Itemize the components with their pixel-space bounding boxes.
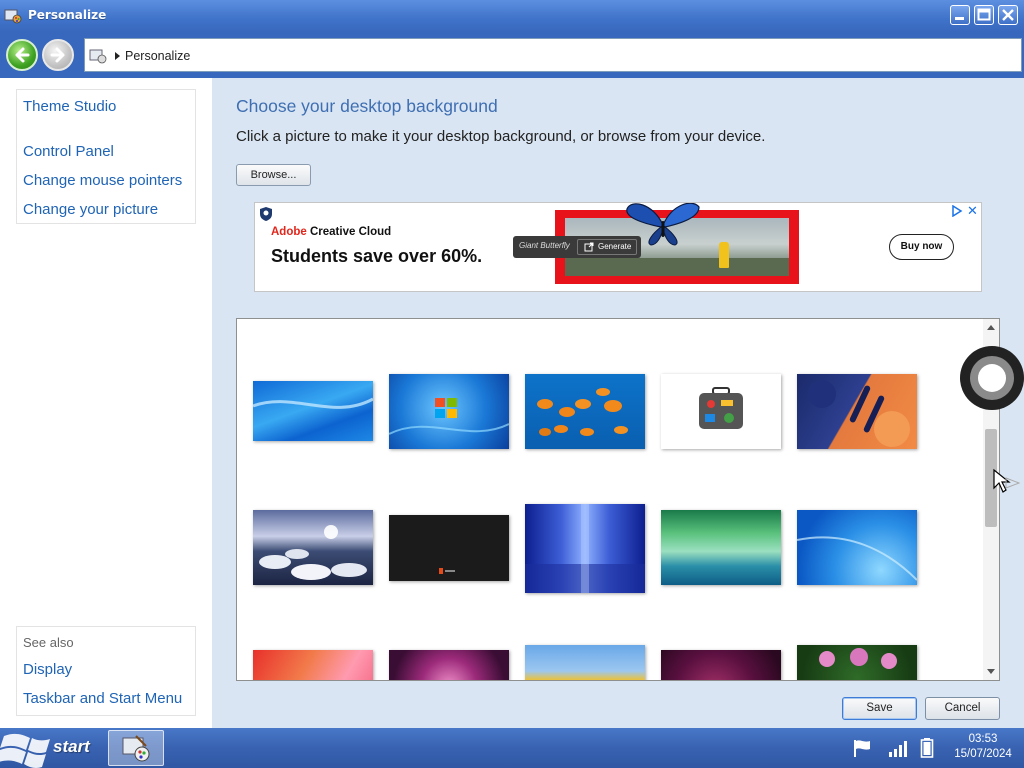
ad-chip-label: Giant Butterfly (519, 241, 570, 250)
maximize-button[interactable] (974, 5, 994, 25)
wallpaper-dark-red-rose[interactable] (661, 650, 781, 680)
signal-icon[interactable] (888, 738, 910, 758)
browse-button[interactable]: Browse... (236, 164, 311, 186)
arrow-left-icon (15, 47, 30, 63)
personalize-icon (4, 9, 22, 24)
ad-headline: Students save over 60%. (271, 246, 483, 266)
clock-date: 15/07/2024 (954, 748, 1012, 760)
flag-icon[interactable] (852, 738, 874, 758)
sidebar-item-theme-studio[interactable]: Theme Studio (23, 98, 116, 115)
suitcase-icon (699, 387, 743, 429)
wallpaper-dark-logo[interactable] (389, 515, 509, 581)
ad-generate-label: Generate (598, 242, 632, 251)
close-icon (1002, 9, 1014, 21)
cancel-button[interactable]: Cancel (925, 697, 1000, 720)
abstract-shapes (808, 380, 910, 447)
ad-choices-icon[interactable] (951, 205, 963, 217)
minimize-icon (955, 17, 964, 20)
sidebar-item-display[interactable]: Display (23, 661, 72, 678)
rays-shape (525, 504, 645, 593)
ad-banner[interactable]: Adobe Creative Cloud Students save over … (254, 202, 982, 292)
wallpaper-purple-flower[interactable] (389, 650, 509, 680)
fish-shapes (537, 388, 628, 436)
sidebar-tasks: Theme Studio Control Panel Change mouse … (16, 89, 196, 224)
clock-time: 03:53 (968, 733, 998, 745)
personalize-icon (122, 735, 150, 762)
sidebar-item-mouse-pointers[interactable]: Change mouse pointers (23, 172, 182, 189)
ad-photo-person (719, 242, 729, 268)
ad-photo-hill (565, 258, 789, 276)
address-bar[interactable]: Personalize (84, 38, 1022, 72)
wallpaper-travel-suitcase[interactable] (661, 374, 781, 449)
icebergs-shape (259, 525, 367, 580)
ad-buy-now-button[interactable]: Buy now (889, 234, 954, 260)
page-description: Click a picture to make it your desktop … (236, 128, 766, 145)
wallpaper-blue-light-rays[interactable] (525, 504, 645, 593)
wallpaper-yellow-tulips[interactable] (525, 645, 645, 680)
ad-brand-name: Creative Cloud (309, 226, 392, 238)
ad-generate-chip: Giant Butterfly Generate (513, 236, 641, 258)
wallpaper-abstract-orange-blue[interactable] (797, 374, 917, 449)
forward-button[interactable] (42, 39, 74, 71)
lotus-shape (819, 648, 897, 669)
main-content: Choose your desktop background Click a p… (212, 78, 1024, 728)
wallpaper-red-waves[interactable] (253, 650, 373, 680)
start-label: start (53, 737, 90, 756)
swirl-shape (797, 536, 917, 581)
save-button[interactable]: Save (842, 697, 917, 720)
floating-action-icon[interactable] (960, 346, 1024, 410)
shield-icon (260, 207, 272, 221)
breadcrumb[interactable]: Personalize (125, 49, 190, 63)
wallpaper-icebergs-sunset[interactable] (253, 510, 373, 585)
windows-logo-icon (389, 398, 509, 435)
back-button[interactable] (6, 39, 38, 71)
wallpaper-blue-swirl[interactable] (797, 510, 917, 585)
ad-close-icon[interactable]: ✕ (967, 203, 978, 219)
ad-brand-prefix: Adobe (271, 226, 307, 238)
sidebar-item-change-picture[interactable]: Change your picture (23, 201, 158, 218)
minimize-button[interactable] (950, 5, 970, 25)
personalize-icon (89, 49, 107, 64)
ad-brand: Adobe Creative Cloud (271, 226, 391, 238)
small-logo-icon (439, 568, 455, 574)
wave-shape (253, 397, 373, 409)
page-title: Choose your desktop background (236, 96, 498, 116)
battery-icon[interactable] (920, 738, 934, 758)
arrow-right-icon (50, 47, 65, 63)
wallpaper-orange-fish[interactable] (525, 374, 645, 449)
sidebar-item-taskbar[interactable]: Taskbar and Start Menu (23, 690, 182, 707)
sidebar-item-control-panel[interactable]: Control Panel (23, 143, 114, 160)
sidebar: Theme Studio Control Panel Change mouse … (0, 78, 212, 728)
navigation-bar: Personalize (0, 32, 1024, 78)
wallpaper-pink-lotus[interactable] (797, 645, 917, 680)
taskbar-personalize-item[interactable] (108, 730, 164, 766)
wallpaper-blue-wave[interactable] (253, 381, 373, 441)
generate-icon (584, 242, 594, 252)
wallpaper-windows-7-logo[interactable] (389, 374, 509, 449)
breadcrumb-arrow-icon (115, 52, 120, 60)
wallpaper-gallery (236, 318, 1000, 681)
scroll-up-icon[interactable] (987, 325, 995, 330)
mouse-cursor-icon (993, 468, 1020, 493)
ad-generate-button[interactable]: Generate (577, 239, 637, 255)
maximize-icon (977, 8, 991, 21)
window-title: Personalize (28, 8, 107, 22)
scroll-down-icon[interactable] (987, 669, 995, 674)
title-bar: Personalize (0, 0, 1024, 32)
start-button[interactable]: start (0, 728, 104, 768)
taskbar: start 03:53 15/07/2024 (0, 728, 1024, 768)
see-also-title: See also (23, 635, 74, 650)
wallpaper-green-aurora[interactable] (661, 510, 781, 585)
close-button[interactable] (998, 5, 1018, 25)
see-also-panel: See also Display Taskbar and Start Menu (16, 626, 196, 716)
windows-logo-icon (0, 733, 50, 768)
